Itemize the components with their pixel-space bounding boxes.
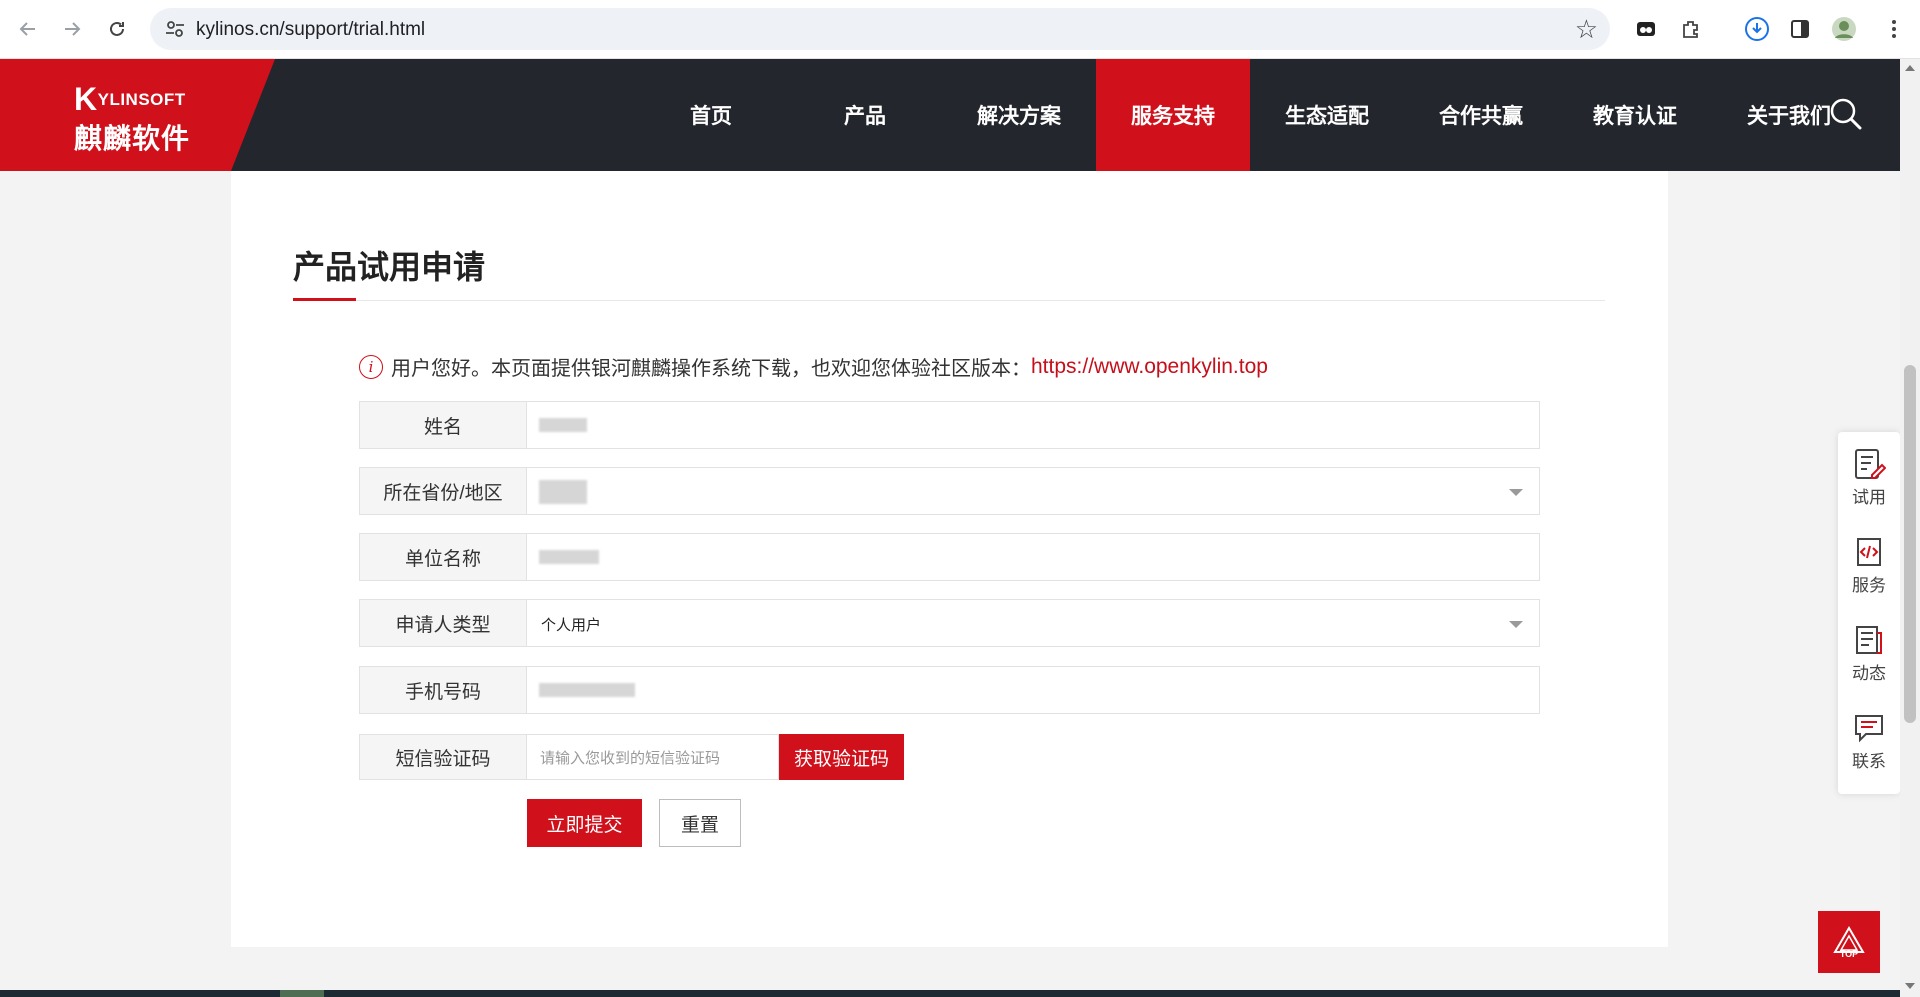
trial-icon xyxy=(1855,449,1886,479)
taskbar-item xyxy=(280,990,324,997)
taskbar-strip xyxy=(0,990,1900,997)
float-item-service[interactable]: 服务 xyxy=(1838,520,1900,600)
extensions-icon[interactable] xyxy=(1675,13,1707,45)
submit-button[interactable]: 立即提交 xyxy=(527,799,642,847)
applicant-type-row: 申请人类型 个人用户 xyxy=(359,599,1540,647)
phone-input[interactable] xyxy=(527,667,1539,713)
nav-partners[interactable]: 合作共赢 xyxy=(1404,59,1558,171)
region-row: 所在省份/地区 xyxy=(359,467,1540,515)
phone-label: 手机号码 xyxy=(360,667,527,713)
nav-solutions[interactable]: 解决方案 xyxy=(942,59,1096,171)
applicant-type-label: 申请人类型 xyxy=(360,600,527,646)
float-label-trial: 试用 xyxy=(1852,488,1886,507)
organization-row: 单位名称 xyxy=(359,533,1540,581)
title-accent-bar xyxy=(293,298,356,301)
search-icon[interactable] xyxy=(1828,96,1864,132)
top-label: TOP xyxy=(1839,949,1859,959)
chevron-down-icon xyxy=(1509,489,1523,496)
sms-code-label: 短信验证码 xyxy=(359,734,527,780)
nav-home[interactable]: 首页 xyxy=(634,59,788,171)
get-code-button[interactable]: 获取验证码 xyxy=(779,734,904,780)
browser-menu-icon[interactable] xyxy=(1878,13,1910,45)
scrollbar-thumb[interactable] xyxy=(1904,365,1916,723)
chat-icon xyxy=(1855,715,1883,743)
logo-chinese: 麒麟软件 xyxy=(74,123,191,154)
side-panel-icon[interactable] xyxy=(1784,13,1816,45)
notice-text: 用户您好。本页面提供银河麒麟操作系统下载，也欢迎您体验社区版本： xyxy=(391,358,1031,380)
redacted-value xyxy=(539,683,635,697)
page-title: 产品试用申请 xyxy=(293,249,486,285)
float-quick-bar: 试用 服务 动态 联系 xyxy=(1838,432,1900,794)
float-label-news: 动态 xyxy=(1852,664,1886,683)
trial-form-card: 产品试用申请 i 用户您好。本页面提供银河麒麟操作系统下载，也欢迎您体验社区版本… xyxy=(231,171,1668,947)
title-divider xyxy=(293,300,1605,301)
name-row: 姓名 xyxy=(359,401,1540,449)
site-info-icon[interactable] xyxy=(164,18,186,40)
float-label-service: 服务 xyxy=(1852,576,1886,595)
tab-search-icon[interactable] xyxy=(1630,13,1662,45)
redacted-value xyxy=(539,480,587,504)
float-label-contact: 联系 xyxy=(1852,752,1886,771)
url-text: kylinos.cn/support/trial.html xyxy=(196,19,426,40)
sms-code-row: 短信验证码 请输入您收到的短信验证码 获取验证码 xyxy=(359,734,904,780)
float-item-contact[interactable]: 联系 xyxy=(1838,696,1900,776)
download-icon[interactable] xyxy=(1741,13,1773,45)
forward-icon[interactable] xyxy=(56,13,88,45)
info-icon: i xyxy=(359,354,383,379)
page-scrollbar[interactable] xyxy=(1900,59,1920,997)
sms-code-input[interactable]: 请输入您收到的短信验证码 xyxy=(527,734,779,780)
region-select[interactable] xyxy=(527,468,1539,514)
back-to-top-button[interactable]: TOP xyxy=(1818,911,1880,973)
name-label: 姓名 xyxy=(360,402,527,448)
chevron-down-icon xyxy=(1509,621,1523,628)
float-item-trial[interactable]: 试用 xyxy=(1838,432,1900,512)
scroll-up-arrow-icon[interactable] xyxy=(1905,65,1915,71)
nav-ecosystem[interactable]: 生态适配 xyxy=(1250,59,1404,171)
name-input[interactable] xyxy=(527,402,1539,448)
main-nav: 首页 产品 解决方案 服务支持 生态适配 合作共赢 教育认证 关于我们 xyxy=(634,59,1866,171)
organization-label: 单位名称 xyxy=(360,534,527,580)
profile-avatar-icon[interactable] xyxy=(1828,13,1860,45)
openkylin-link[interactable]: https://www.openkylin.top xyxy=(1031,355,1268,379)
bookmark-star-icon[interactable]: ☆ xyxy=(1575,14,1598,45)
news-icon xyxy=(1856,626,1882,654)
browser-toolbar: kylinos.cn/support/trial.html ☆ xyxy=(0,0,1920,59)
float-item-news[interactable]: 动态 xyxy=(1838,608,1900,688)
region-label: 所在省份/地区 xyxy=(360,468,527,514)
code-service-icon xyxy=(1857,538,1881,566)
kylinsoft-logo[interactable]: KYLINSOFT 麒麟软件 xyxy=(0,59,275,171)
redacted-value xyxy=(539,418,587,432)
site-header: KYLINSOFT 麒麟软件 首页 产品 解决方案 服务支持 生态适配 合作共赢… xyxy=(0,59,1920,171)
scroll-down-arrow-icon[interactable] xyxy=(1905,983,1915,989)
organization-input[interactable] xyxy=(527,534,1539,580)
phone-row: 手机号码 xyxy=(359,666,1540,714)
nav-support[interactable]: 服务支持 xyxy=(1096,59,1250,171)
reset-button[interactable]: 重置 xyxy=(659,799,741,847)
nav-education[interactable]: 教育认证 xyxy=(1558,59,1712,171)
applicant-type-select[interactable]: 个人用户 xyxy=(527,600,1539,646)
reload-icon[interactable] xyxy=(101,13,133,45)
notice-message: i 用户您好。本页面提供银河麒麟操作系统下载，也欢迎您体验社区版本： https… xyxy=(359,352,1268,381)
applicant-type-value: 个人用户 xyxy=(541,617,602,634)
back-icon[interactable] xyxy=(12,13,44,45)
logo-english: KYLINSOFT xyxy=(74,81,186,117)
nav-products[interactable]: 产品 xyxy=(788,59,942,171)
address-bar[interactable]: kylinos.cn/support/trial.html ☆ xyxy=(150,8,1610,50)
redacted-value xyxy=(539,550,599,564)
